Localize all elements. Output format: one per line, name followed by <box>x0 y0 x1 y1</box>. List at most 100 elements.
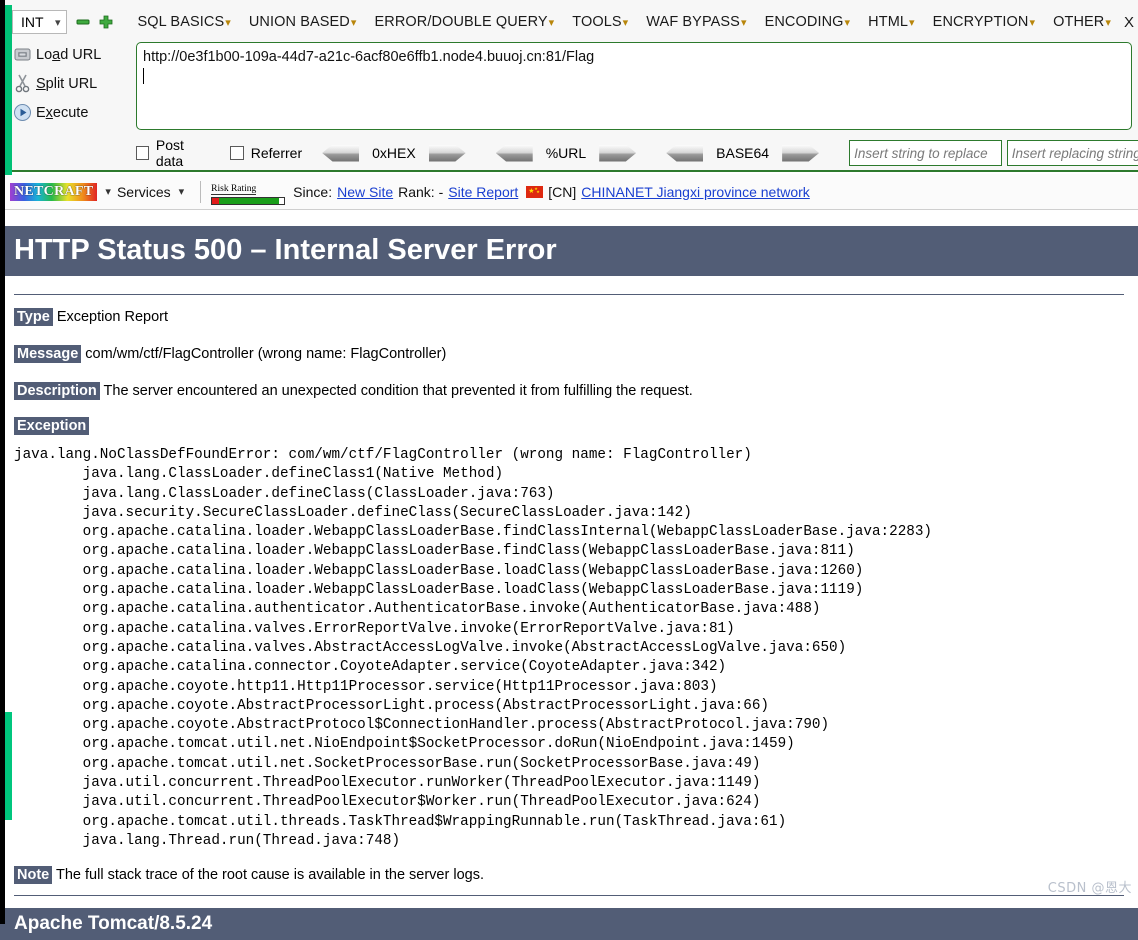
chevron-down-icon: ▾ <box>740 17 747 29</box>
chevron-down-icon[interactable]: ▾ <box>179 185 185 198</box>
split-url-label: Split URL <box>36 75 98 92</box>
referrer-checkbox[interactable]: Referrer <box>229 145 303 161</box>
description-value: The server encountered an unexpected con… <box>103 383 693 399</box>
type-row: Type Exception Report <box>0 307 1138 327</box>
message-label: Message <box>14 345 82 363</box>
scissors-icon <box>8 74 36 93</box>
base64-label: BASE64 <box>716 145 770 161</box>
load-url-label: Load URL <box>36 46 102 63</box>
exception-label: Exception <box>14 417 90 435</box>
risk-rating-bar <box>211 196 286 205</box>
exception-row: Exception <box>0 417 1138 435</box>
netcraft-services-menu[interactable]: Services <box>117 184 171 200</box>
chevron-down-icon: ▾ <box>548 17 555 29</box>
url-label: %URL <box>545 145 587 161</box>
checkbox-box <box>136 146 149 160</box>
left-edge-green-stripe-middle <box>5 712 12 820</box>
url-input-value: http://0e3f1b00-109a-44d7-a21c-6acf80e6f… <box>143 49 595 65</box>
menu-sql-basics[interactable]: SQL BASICS▾ <box>129 14 240 30</box>
split-url-button[interactable]: Split URL <box>8 69 133 98</box>
load-url-button[interactable]: Load URL <box>8 40 133 69</box>
menu-encryption[interactable]: ENCRYPTION▾ <box>924 14 1044 30</box>
hackbar-options-row: Post data Referrer 0xHEX %URL BASE64 Ins… <box>136 136 1138 170</box>
checkbox-box <box>229 146 244 160</box>
message-row: Message com/wm/ctf/FlagController (wrong… <box>0 344 1138 364</box>
toolbar-divider <box>200 180 202 203</box>
load-url-icon <box>8 46 36 63</box>
description-label: Description <box>14 382 100 400</box>
chevron-down-icon: ▾ <box>622 17 629 29</box>
note-label: Note <box>14 866 53 885</box>
chevron-down-icon: ▾ <box>1029 17 1036 29</box>
netcraft-logo[interactable]: NETCRAFT <box>10 182 98 201</box>
menu-html[interactable]: HTML▾ <box>859 14 924 30</box>
menu-overflow-button[interactable]: X <box>1120 14 1138 31</box>
execute-label: Execute <box>36 104 89 121</box>
menu-tools[interactable]: TOOLS▾ <box>563 14 637 30</box>
base64-encoder-group: BASE64 <box>666 144 820 162</box>
chevron-down-icon: ▾ <box>844 17 851 29</box>
site-report-link[interactable]: Site Report <box>448 184 518 200</box>
tomcat-error-page: HTTP Status 500 – Internal Server Error … <box>0 211 1138 940</box>
hackbar-toolbar: INT ▾ SQL BASICS▾ UNION BASED▾ ERROR/DOU… <box>0 0 1138 172</box>
message-value: com/wm/ctf/FlagController (wrong name: F… <box>85 346 447 362</box>
base64-encode-button[interactable] <box>782 144 820 162</box>
hex-label: 0xHEX <box>372 145 416 161</box>
risk-bar-green-segment <box>218 197 280 204</box>
type-select-value: INT <box>21 14 44 30</box>
url-input[interactable]: http://0e3f1b00-109a-44d7-a21c-6acf80e6f… <box>136 42 1132 130</box>
hackbar-action-list: Load URL Split URL Execute <box>8 40 133 127</box>
post-data-label: Post data <box>155 137 184 169</box>
chevron-down-icon: ▾ <box>350 17 357 29</box>
chevron-down-icon: ▾ <box>55 16 61 29</box>
menu-union-based[interactable]: UNION BASED▾ <box>240 14 366 30</box>
execute-button[interactable]: Execute <box>8 98 133 127</box>
hex-decode-button[interactable] <box>322 144 360 162</box>
menu-other[interactable]: OTHER▾ <box>1044 14 1120 30</box>
risk-rating-widget: Risk Rating <box>211 179 286 205</box>
note-value: The full stack trace of the root cause i… <box>56 867 484 884</box>
search-string-input[interactable]: Insert string to replace <box>849 140 1002 166</box>
since-label: Since: <box>293 183 333 200</box>
chevron-down-icon: ▾ <box>225 17 231 29</box>
chevron-down-icon: ▾ <box>1105 17 1111 29</box>
text-caret <box>143 68 144 84</box>
base64-decode-button[interactable] <box>666 144 704 162</box>
type-label: Type <box>14 308 53 326</box>
replace-string-input[interactable]: Insert replacing string <box>1006 140 1138 166</box>
china-flag-icon: ★ ★ ★ <box>526 185 544 198</box>
rank-label: Rank: - <box>398 183 444 200</box>
footer-divider <box>14 895 1124 897</box>
netcraft-toolbar: NETCRAFT ▾ Services ▾ Risk Rating Since:… <box>0 174 1138 210</box>
server-version-footer: Apache Tomcat/8.5.24 <box>0 908 1138 940</box>
country-code-label: [CN] <box>548 183 577 200</box>
new-site-link[interactable]: New Site <box>337 184 393 200</box>
hackbar-menus: SQL BASICS▾ UNION BASED▾ ERROR/DOUBLE QU… <box>129 14 1138 31</box>
network-link[interactable]: CHINANET Jiangxi province network <box>581 184 810 200</box>
url-encoder-group: %URL <box>495 144 637 162</box>
type-value: Exception Report <box>56 309 169 325</box>
menu-waf-bypass[interactable]: WAF BYPASS▾ <box>637 14 755 30</box>
note-row: Note The full stack trace of the root ca… <box>0 866 1138 885</box>
play-icon <box>8 103 36 122</box>
hackbar-menu-bar: INT ▾ SQL BASICS▾ UNION BASED▾ ERROR/DOU… <box>0 8 1138 36</box>
remove-tab-button[interactable] <box>76 14 90 30</box>
description-row: Description The server encountered an un… <box>0 381 1138 401</box>
url-encode-button[interactable] <box>599 144 637 162</box>
flag-star-small-2: ★ <box>536 188 540 194</box>
post-data-checkbox[interactable]: Post data <box>136 137 210 169</box>
stack-trace: java.lang.NoClassDefFoundError: com/wm/c… <box>14 447 933 849</box>
page-title: HTTP Status 500 – Internal Server Error <box>0 226 1138 276</box>
chevron-down-icon[interactable]: ▾ <box>105 185 111 198</box>
risk-rating-label: Risk Rating <box>211 183 257 195</box>
title-divider <box>14 294 1124 295</box>
menu-encoding[interactable]: ENCODING▾ <box>756 14 860 30</box>
left-edge-green-stripe-top <box>5 5 12 175</box>
hex-encode-button[interactable] <box>428 144 466 162</box>
url-decode-button[interactable] <box>495 144 533 162</box>
menu-error-double-query[interactable]: ERROR/DOUBLE QUERY▾ <box>366 14 564 30</box>
add-tab-button[interactable] <box>99 14 113 30</box>
type-select[interactable]: INT ▾ <box>12 10 67 34</box>
referrer-label: Referrer <box>250 145 303 161</box>
chevron-down-icon: ▾ <box>909 17 915 29</box>
